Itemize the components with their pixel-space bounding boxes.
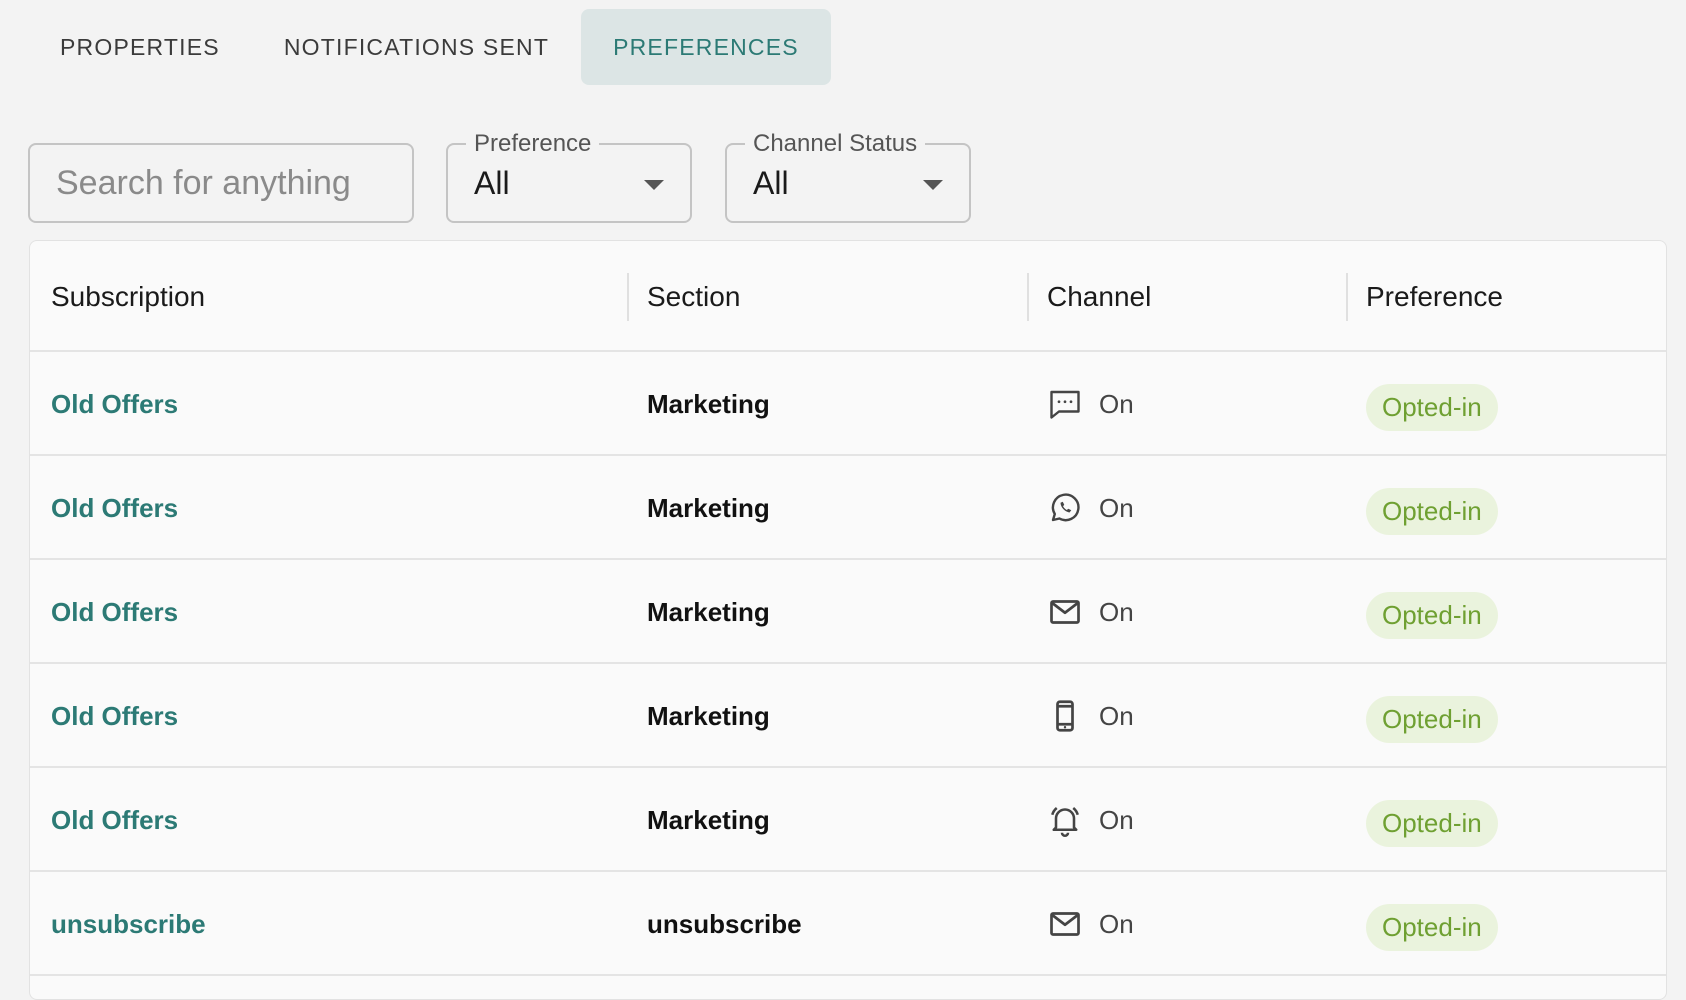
subscription-link[interactable]: Old Offers [51, 560, 178, 664]
column-divider[interactable] [1346, 273, 1348, 321]
channel-status-filter-select[interactable]: Channel Status All [725, 129, 971, 223]
subscription-link[interactable]: Old Offers [51, 352, 178, 456]
tab-notifications-sent[interactable]: NOTIFICATIONS SENT [252, 9, 581, 85]
section-cell: Marketing [647, 700, 770, 731]
channel-cell: On [1047, 456, 1134, 560]
tab-properties[interactable]: PROPERTIES [28, 9, 252, 85]
tab-preferences[interactable]: PREFERENCES [581, 9, 831, 85]
subscription-link[interactable]: Old Offers [51, 768, 178, 872]
section-cell: Marketing [647, 804, 770, 835]
section-cell: Marketing [647, 492, 770, 523]
column-header-subscription[interactable]: Subscription [51, 241, 205, 352]
table-row: Old Offers Marketing On Opted-in [30, 352, 1666, 456]
dropdown-arrow-icon [923, 180, 943, 190]
bell-icon [1051, 807, 1079, 837]
preference-badge: Opted-in [1366, 383, 1498, 431]
table-row: unsubscribe unsubscribe On Opted-in [30, 872, 1666, 976]
preferences-table: Subscription Section Channel Preference … [29, 240, 1667, 1000]
preference-cell: Opted-in [1366, 456, 1498, 560]
sms-icon [1050, 390, 1080, 419]
table-row: Old Offers Marketing On Opted-in [30, 664, 1666, 768]
preference-cell: Opted-in [1366, 872, 1498, 976]
preference-badge: Opted-in [1366, 487, 1498, 535]
mobile-push-icon [1056, 700, 1074, 732]
whatsapp-icon [1051, 493, 1080, 522]
preference-badge: Opted-in [1366, 695, 1498, 743]
column-header-section[interactable]: Section [647, 241, 740, 352]
channel-status: On [1099, 700, 1134, 731]
search-input[interactable] [28, 143, 414, 223]
subscription-link[interactable]: Old Offers [51, 664, 178, 768]
preference-cell: Opted-in [1366, 768, 1498, 872]
column-divider[interactable] [1027, 273, 1029, 321]
preference-filter-label: Preference [466, 129, 600, 159]
preference-badge: Opted-in [1366, 591, 1498, 639]
table-header: Subscription Section Channel Preference [30, 241, 1666, 352]
channel-status-filter-value: All [753, 164, 789, 201]
section-cell: Marketing [647, 388, 770, 419]
channel-cell: On [1047, 560, 1134, 664]
column-header-preference[interactable]: Preference [1366, 241, 1503, 352]
preference-badge: Opted-in [1366, 903, 1498, 951]
channel-cell: On [1047, 664, 1134, 768]
table-row: Old Offers Marketing On Opted-in [30, 768, 1666, 872]
channel-cell: On [1047, 768, 1134, 872]
preference-filter-select[interactable]: Preference All [446, 129, 692, 223]
channel-status: On [1099, 804, 1134, 835]
preference-cell: Opted-in [1366, 560, 1498, 664]
channel-cell: On [1047, 872, 1134, 976]
section-cell: unsubscribe [647, 908, 802, 939]
tab-bar: PROPERTIES NOTIFICATIONS SENT PREFERENCE… [28, 9, 831, 85]
subscription-link[interactable]: unsubscribe [51, 872, 206, 976]
section-cell: Marketing [647, 596, 770, 627]
table-row: Old Offers Marketing On Opted-in [30, 456, 1666, 560]
preference-badge: Opted-in [1366, 799, 1498, 847]
preference-cell: Opted-in [1366, 664, 1498, 768]
dropdown-arrow-icon [644, 180, 664, 190]
email-icon [1050, 600, 1080, 624]
column-header-channel[interactable]: Channel [1047, 241, 1151, 352]
channel-status: On [1099, 596, 1134, 627]
channel-cell: On [1047, 352, 1134, 456]
preference-cell: Opted-in [1366, 352, 1498, 456]
column-divider[interactable] [627, 273, 629, 321]
channel-status: On [1099, 492, 1134, 523]
channel-status-filter-label: Channel Status [745, 129, 926, 159]
preference-filter-value: All [474, 164, 510, 201]
channel-status: On [1099, 388, 1134, 419]
email-icon [1050, 912, 1080, 936]
subscription-link[interactable]: Old Offers [51, 456, 178, 560]
table-row: Old Offers Marketing On Opted-in [30, 560, 1666, 664]
channel-status: On [1099, 908, 1134, 939]
